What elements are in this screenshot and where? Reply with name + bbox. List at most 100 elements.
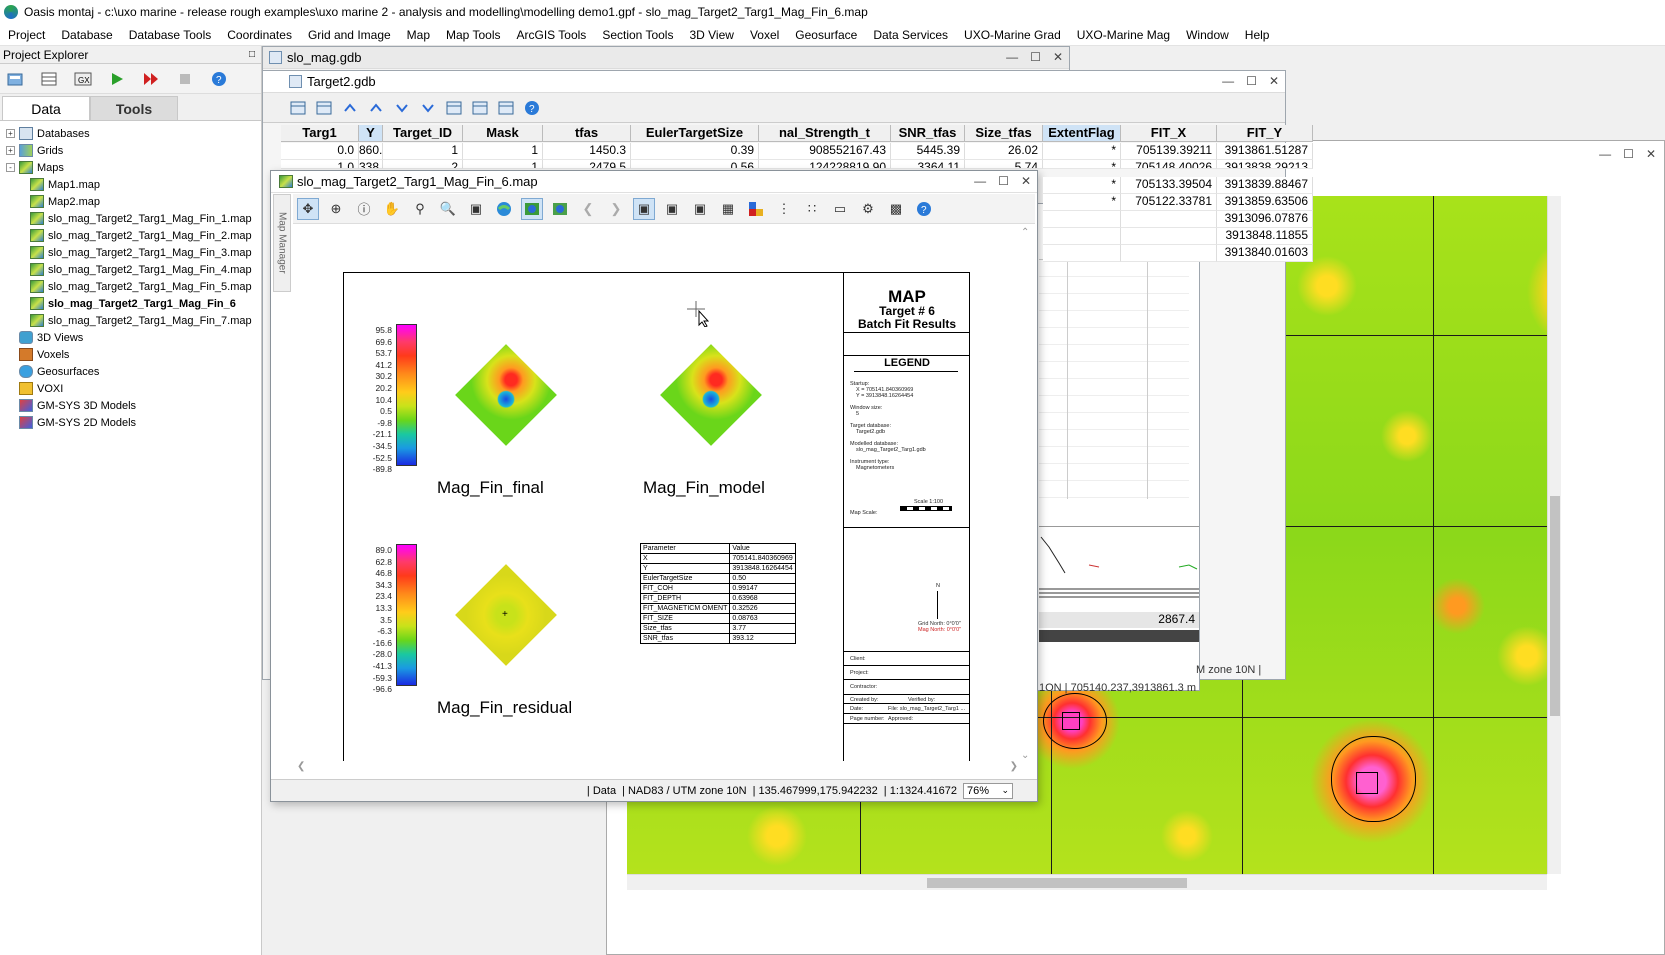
profile-plot[interactable] (1039, 526, 1199, 601)
canvas-horizontal-scrollbar[interactable]: ❮ ❯ (291, 761, 1026, 775)
tree-item[interactable]: Map1.map (0, 176, 261, 193)
help-icon[interactable]: ? (210, 70, 228, 88)
db-export-icon[interactable] (497, 99, 515, 117)
table-cell[interactable]: 860.9 (359, 143, 383, 160)
table-cell[interactable] (1043, 245, 1121, 262)
expand-icon[interactable]: + (6, 146, 15, 155)
help-icon[interactable]: ? (913, 198, 935, 220)
view-all-icon[interactable]: ▦ (717, 198, 739, 220)
zoom-extent-icon[interactable]: ▣ (465, 198, 487, 220)
table-cell[interactable]: 1450.3 (543, 143, 631, 160)
layers-icon[interactable] (521, 197, 543, 220)
table-cell[interactable]: 3913839.88467 (1217, 177, 1313, 194)
table-cell[interactable]: 2 (383, 160, 463, 169)
target-marker[interactable] (1356, 772, 1378, 794)
minimize-icon[interactable]: — (1599, 147, 1611, 161)
tree-item[interactable]: VOXI (0, 380, 261, 397)
db-table-icon[interactable] (471, 99, 489, 117)
map-horizontal-scrollbar[interactable] (627, 874, 1547, 890)
table-cell[interactable]: * (1043, 194, 1121, 211)
tree-item[interactable]: + Grids (0, 142, 261, 159)
maximize-icon[interactable]: ☐ (1246, 74, 1257, 88)
pan-hand-icon[interactable]: ✋ (381, 198, 403, 220)
menu-item-database-tools[interactable]: Database Tools (121, 28, 220, 42)
minimize-icon[interactable]: — (1006, 50, 1018, 64)
db-copy-icon[interactable] (289, 99, 307, 117)
database-icon[interactable] (40, 70, 58, 88)
scroll-thumb[interactable] (1550, 496, 1560, 716)
map-sheet[interactable]: 95.8 69.6 53.7 41.2 30.2 20.2 10.4 0.5 -9.8 -21.1… (343, 272, 970, 763)
table-cell[interactable]: 3913861.51287 (1217, 143, 1313, 160)
db-first-icon[interactable] (341, 99, 359, 117)
close-icon[interactable]: ✕ (1021, 174, 1031, 188)
stop-icon[interactable] (176, 70, 194, 88)
table-cell[interactable]: 0.0 (281, 143, 359, 160)
menu-item-3d-view[interactable]: 3D View (681, 28, 741, 42)
table-cell[interactable]: 5445.39 (891, 143, 965, 160)
menu-item-voxel[interactable]: Voxel (742, 28, 787, 42)
column-header[interactable]: FIT_Y (1217, 125, 1313, 142)
tree-item[interactable]: Geosurfaces (0, 363, 261, 380)
mag-fin-final-image[interactable] (455, 344, 557, 446)
menu-item-arcgis-tools[interactable]: ArcGIS Tools (509, 28, 595, 42)
target-marker[interactable] (1062, 712, 1080, 730)
menu-item-project[interactable]: Project (0, 28, 53, 42)
info-icon[interactable]: ⓘ (353, 198, 375, 220)
table-cell[interactable]: 1 (463, 160, 543, 169)
table-cell[interactable]: 3913848.11855 (1217, 228, 1313, 245)
back-arrow-icon[interactable]: ❮ (577, 198, 599, 220)
menu-item-uxo-marine-grad[interactable]: UXO-Marine Grad (956, 28, 1069, 42)
table-cell[interactable]: 0.56 (631, 160, 759, 169)
run-icon[interactable] (108, 70, 126, 88)
tree-item[interactable]: slo_mag_Target2_Targ1_Mag_Fin_1.map (0, 210, 261, 227)
table-cell[interactable]: 705133.39504 (1121, 177, 1217, 194)
close-icon[interactable]: ✕ (1053, 50, 1063, 64)
tree-item[interactable]: 3D Views (0, 329, 261, 346)
color-table-icon[interactable] (745, 198, 767, 220)
tree-item[interactable]: slo_mag_Target2_Targ1_Mag_Fin_2.map (0, 227, 261, 244)
table-cell[interactable] (1043, 211, 1121, 228)
gx-icon[interactable]: GX (74, 70, 92, 88)
zoom-icon[interactable]: 🔍 (437, 198, 459, 220)
canvas-vertical-scrollbar[interactable]: ⌃ ⌄ (1021, 227, 1033, 761)
tree-item[interactable]: slo_mag_Target2_Targ1_Mag_Fin_5.map (0, 278, 261, 295)
column-header[interactable]: Size_tfas (965, 125, 1043, 142)
table-cell[interactable]: 705139.39211 (1121, 143, 1217, 160)
tree-item[interactable]: GM-SYS 3D Models (0, 397, 261, 414)
screenshot-icon[interactable]: ▩ (885, 198, 907, 220)
table-cell[interactable]: 705148.40026 (1121, 160, 1217, 169)
db-help-icon[interactable]: ? (523, 99, 541, 117)
column-header[interactable]: EulerTargetSize (631, 125, 759, 142)
collapse-icon[interactable]: - (6, 163, 15, 172)
table-cell[interactable]: 3913096.07876 (1217, 211, 1313, 228)
tab-data[interactable]: Data (2, 96, 90, 120)
tree-item[interactable]: Voxels (0, 346, 261, 363)
menu-item-map[interactable]: Map (399, 28, 438, 42)
close-icon[interactable]: ✕ (1646, 147, 1656, 161)
tree-item[interactable]: GM-SYS 2D Models (0, 414, 261, 431)
menu-item-grid-and-image[interactable]: Grid and Image (300, 28, 399, 42)
db-record-icon[interactable] (315, 99, 333, 117)
menu-item-map-tools[interactable]: Map Tools (438, 28, 508, 42)
table-cell[interactable] (1121, 245, 1217, 262)
column-header[interactable]: Mask (463, 125, 543, 142)
menu-item-data-services[interactable]: Data Services (865, 28, 956, 42)
minimize-icon[interactable]: — (974, 174, 986, 188)
db-down-icon[interactable] (393, 99, 411, 117)
table-cell[interactable] (1121, 211, 1217, 228)
column-header[interactable]: Y (359, 125, 383, 142)
mag-fin-model-image[interactable] (660, 344, 762, 446)
map-canvas[interactable]: 95.8 69.6 53.7 41.2 30.2 20.2 10.4 0.5 -9.8 -21.1… (291, 227, 1033, 777)
crosshair-icon[interactable]: ⊕ (325, 198, 347, 220)
column-header[interactable]: nal_Strength_t (759, 125, 891, 142)
settings-gear-icon[interactable]: ⚙ (857, 198, 879, 220)
tree-item[interactable]: slo_mag_Target2_Targ1_Mag_Fin_4.map (0, 261, 261, 278)
tree-item[interactable]: slo_mag_Target2_Targ1_Mag_Fin_7.map (0, 312, 261, 329)
table-cell[interactable]: 3913838.29213 (1217, 160, 1313, 169)
table-cell[interactable]: 1.0 (281, 160, 359, 169)
tree-item[interactable]: - Maps (0, 159, 261, 176)
frame-icon[interactable]: ▭ (829, 198, 851, 220)
maximize-icon[interactable]: ☐ (1030, 50, 1041, 64)
tab-tools[interactable]: Tools (90, 96, 178, 120)
zoom-select[interactable]: 76% ⌄ (963, 782, 1013, 799)
